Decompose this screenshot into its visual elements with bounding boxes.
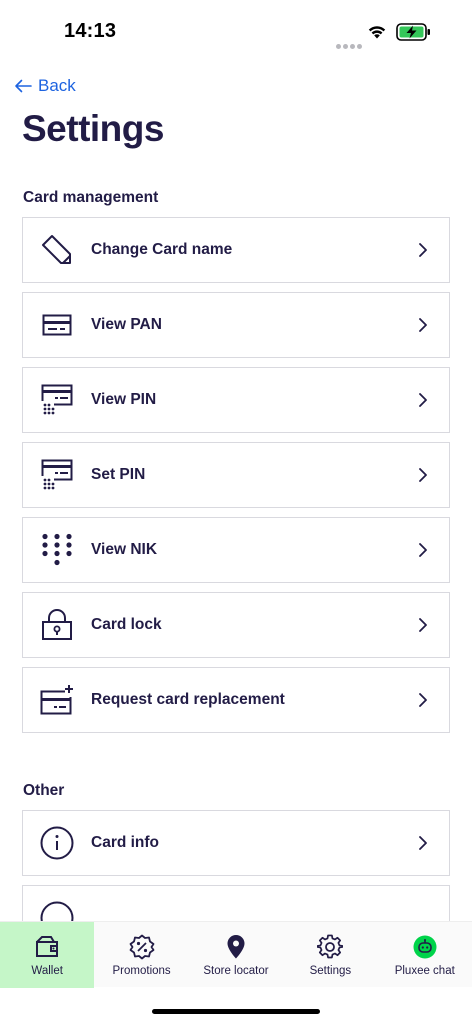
change-card-name-item[interactable]: Change Card name <box>22 217 450 283</box>
wallet-icon <box>34 934 60 960</box>
chevron-right-icon <box>419 243 427 257</box>
tab-wallet[interactable]: Wallet <box>0 922 95 988</box>
info-icon <box>39 825 75 861</box>
percent-badge-icon <box>129 934 155 960</box>
row-label: Set PIN <box>91 466 146 483</box>
wifi-icon <box>368 26 386 39</box>
row-label: Change Card name <box>91 241 233 258</box>
view-nik-item[interactable]: View NIK <box>22 517 450 583</box>
card-plus-icon <box>39 682 75 718</box>
lock-icon <box>39 607 75 643</box>
row-label: View PIN <box>91 391 157 408</box>
location-pin-icon <box>226 934 246 960</box>
row-label: View PAN <box>91 316 162 333</box>
view-pin-item[interactable]: View PIN <box>22 367 450 433</box>
page-title: Settings <box>22 108 164 149</box>
chevron-right-icon <box>419 318 427 332</box>
view-pan-item[interactable]: View PAN <box>22 292 450 358</box>
chevron-right-icon <box>419 618 427 632</box>
row-label: Request card replacement <box>91 691 285 708</box>
tab-label: Wallet <box>31 965 63 977</box>
chat-bot-icon <box>413 934 437 960</box>
tab-label: Settings <box>309 965 352 977</box>
request-card-replacement-item[interactable]: Request card replacement <box>22 667 450 733</box>
row-label: View NIK <box>91 541 158 558</box>
chevron-right-icon <box>419 393 427 407</box>
home-indicator <box>152 1009 320 1014</box>
pencil-icon <box>39 232 75 268</box>
section-title-other: Other <box>23 782 65 799</box>
status-time: 14:13 <box>64 20 117 42</box>
bottom-tab-bar: Wallet Promotions Store locator Settings… <box>0 921 472 988</box>
card-pin-icon <box>39 457 75 493</box>
section-title-card-management: Card management <box>23 189 159 206</box>
tab-label: Store locator <box>203 965 269 977</box>
tab-promotions[interactable]: Promotions <box>94 922 188 988</box>
tab-store-locator[interactable]: Store locator <box>189 922 283 988</box>
row-label: Card lock <box>91 616 162 633</box>
chevron-right-icon <box>419 836 427 850</box>
battery-charging-icon <box>396 23 430 41</box>
back-label: Back <box>38 76 76 95</box>
card-lock-item[interactable]: Card lock <box>22 592 450 658</box>
back-button[interactable]: Back <box>14 74 76 98</box>
row-label: Card info <box>91 834 160 851</box>
card-icon <box>39 307 75 343</box>
set-pin-item[interactable]: Set PIN <box>22 442 450 508</box>
arrow-left-icon <box>15 79 32 93</box>
tab-label: Promotions <box>112 965 171 977</box>
tab-pluxee-chat[interactable]: Pluxee chat <box>378 922 472 988</box>
tab-settings[interactable]: Settings <box>283 922 377 988</box>
chevron-right-icon <box>419 543 427 557</box>
card-pin-icon <box>39 382 75 418</box>
chevron-right-icon <box>419 693 427 707</box>
card-info-item[interactable]: Card info <box>22 810 450 876</box>
keypad-icon <box>39 532 75 568</box>
cellular-signal-icon <box>336 36 364 54</box>
tab-label: Pluxee chat <box>394 965 455 977</box>
status-bar: 14:13 <box>0 0 472 60</box>
chevron-right-icon <box>419 468 427 482</box>
gear-icon <box>317 934 344 960</box>
